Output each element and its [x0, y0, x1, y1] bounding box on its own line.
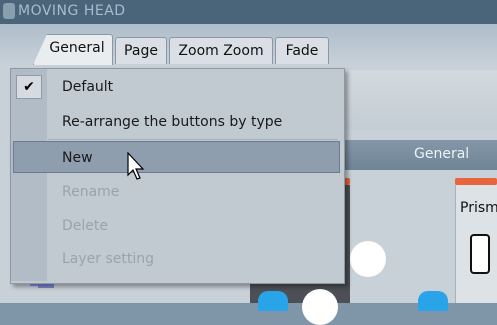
menu-item-delete[interactable]: Delete	[62, 218, 108, 234]
menu-gutter	[11, 69, 47, 281]
app-icon	[3, 3, 15, 19]
menu-item-default[interactable]: Default	[62, 79, 113, 95]
menu-separator	[48, 139, 338, 140]
prism-icon[interactable]	[470, 234, 490, 274]
gobo-star-icon[interactable]	[350, 241, 386, 277]
tab-fade[interactable]: Fade	[275, 37, 329, 64]
checkmark-icon: ✔	[16, 75, 42, 99]
tab-general[interactable]: General	[33, 34, 113, 65]
blue-button-icon[interactable]	[258, 291, 288, 311]
menu-item-rename[interactable]: Rename	[62, 184, 119, 200]
window-title: MOVING HEAD	[18, 3, 126, 19]
mouse-cursor-icon	[127, 152, 145, 180]
section-header-label: General	[414, 146, 470, 162]
tab-zoom-zoom[interactable]: Zoom Zoom	[169, 37, 273, 64]
menu-item-new[interactable]: New	[62, 150, 93, 166]
section-header-general: General	[330, 140, 497, 170]
context-menu	[10, 68, 345, 284]
blue-button-icon-2[interactable]	[418, 291, 448, 311]
prism-label: Prism	[460, 200, 497, 216]
menu-item-layer-setting[interactable]: Layer setting	[62, 251, 154, 267]
tab-page[interactable]: Page	[115, 37, 167, 64]
gobo-circle-icon[interactable]	[302, 289, 338, 325]
orange-bar-right	[455, 178, 497, 185]
title-bar: MOVING HEAD	[0, 0, 497, 24]
menu-item-rearrange[interactable]: Re-arrange the buttons by type	[62, 114, 282, 130]
